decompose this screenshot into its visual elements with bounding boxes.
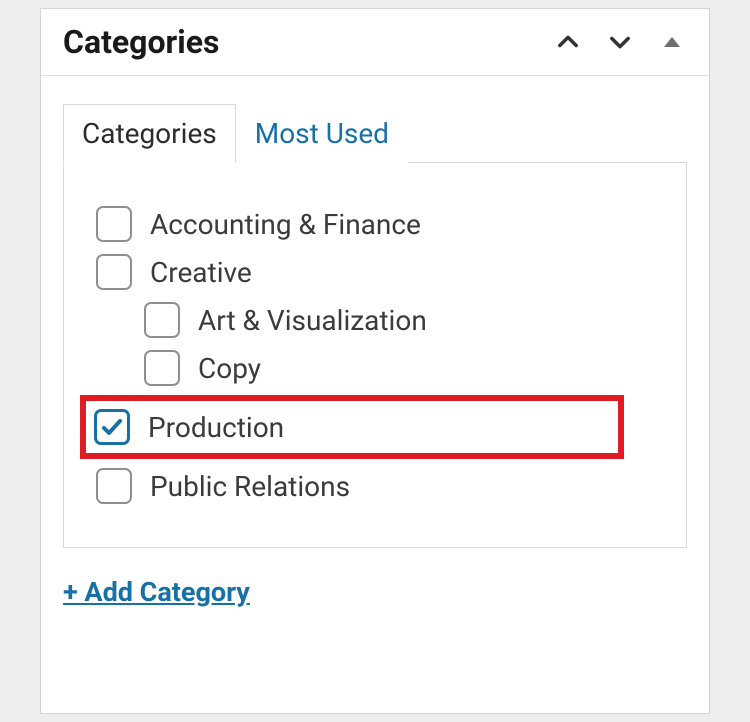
panel-header-controls <box>553 27 687 57</box>
category-item-child: Copy <box>138 347 660 389</box>
category-label: Creative <box>150 256 252 289</box>
collapse-toggle-icon[interactable] <box>657 27 687 57</box>
category-label: Public Relations <box>150 470 350 503</box>
checkbox[interactable] <box>96 468 132 504</box>
panel-body: Categories Most Used Accounting & Financ… <box>41 76 709 618</box>
category-label: Art & Visualization <box>198 304 427 337</box>
checkbox[interactable] <box>144 302 180 338</box>
panel-title: Categories <box>63 23 219 61</box>
checkbox[interactable] <box>144 350 180 386</box>
tabs: Categories Most Used <box>63 104 687 163</box>
add-category-link[interactable]: + Add Category <box>63 576 250 608</box>
move-up-icon[interactable] <box>553 27 583 57</box>
category-item: Public Relations <box>90 465 660 507</box>
checkbox[interactable] <box>96 254 132 290</box>
category-label: Copy <box>198 352 261 385</box>
category-item-highlighted: Production <box>80 395 624 459</box>
category-label: Production <box>148 411 284 444</box>
category-item: Creative <box>90 251 660 293</box>
checkbox-checked[interactable] <box>94 409 130 445</box>
checkbox[interactable] <box>96 206 132 242</box>
category-list: Accounting & Finance Creative Art & Visu… <box>63 162 687 548</box>
tab-most-used[interactable]: Most Used <box>236 104 408 163</box>
category-label: Accounting & Finance <box>150 208 421 241</box>
panel-header: Categories <box>41 9 709 76</box>
category-item: Accounting & Finance <box>90 203 660 245</box>
tab-categories[interactable]: Categories <box>63 104 236 163</box>
categories-panel: Categories Categories Most Used Accounti… <box>40 8 710 714</box>
category-item-child: Art & Visualization <box>138 299 660 341</box>
move-down-icon[interactable] <box>605 27 635 57</box>
